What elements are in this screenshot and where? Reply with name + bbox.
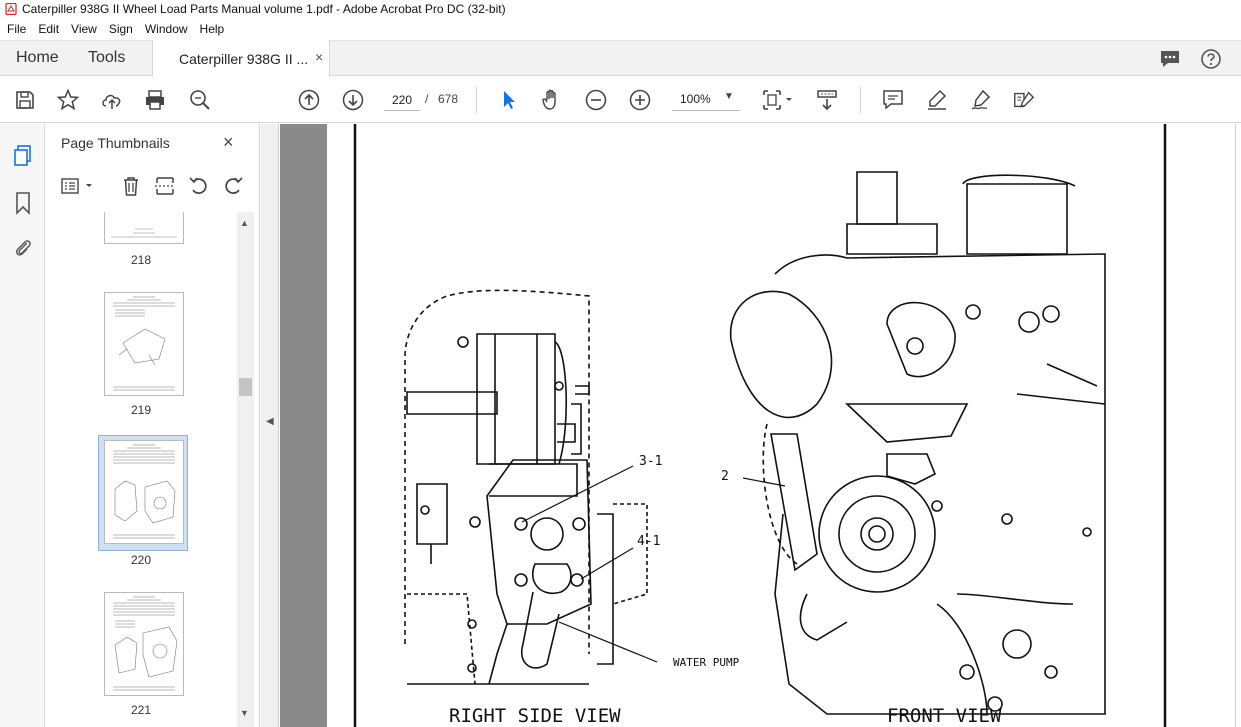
page-separator: / xyxy=(425,92,429,106)
scroll-up-icon[interactable]: ▲ xyxy=(240,218,249,228)
menu-window[interactable]: Window xyxy=(139,22,194,36)
tab-document[interactable]: Caterpiller 938G II ... × xyxy=(152,40,330,77)
chevron-down-icon: ▼ xyxy=(724,91,734,102)
thumbnails-panel: Page Thumbnails × 218 219 220 221 ▲ ▼ xyxy=(46,124,260,727)
tab-bar-actions xyxy=(1159,41,1241,77)
sign-icon[interactable] xyxy=(969,88,993,112)
callout-2: 2 xyxy=(721,469,729,484)
bookmark-icon[interactable] xyxy=(11,191,35,215)
toolbar-divider xyxy=(860,87,861,113)
engine-drawing xyxy=(353,124,1167,727)
fit-page-icon[interactable] xyxy=(760,88,796,112)
thumbnail-page-218[interactable] xyxy=(104,212,184,244)
document-viewport: 3-1 4-1 2 WATER PUMP RIGHT SIDE VIEW FRO… xyxy=(280,124,1241,727)
rotate-right-icon[interactable] xyxy=(221,174,245,198)
thumbnail-list: 218 219 220 221 xyxy=(46,212,236,727)
menu-sign[interactable]: Sign xyxy=(103,22,139,36)
page-total: 678 xyxy=(438,92,459,106)
thumbnail-label: 218 xyxy=(130,253,152,267)
tab-document-label: Caterpiller 938G II ... xyxy=(179,51,309,67)
search-zoom-icon[interactable] xyxy=(188,88,212,112)
page-edge xyxy=(1235,124,1241,727)
tab-home[interactable]: Home xyxy=(16,49,59,67)
print-icon[interactable] xyxy=(143,88,167,112)
collapse-arrow-icon[interactable]: ◀ xyxy=(266,416,274,427)
document-gutter xyxy=(280,124,327,727)
menu-help[interactable]: Help xyxy=(194,22,231,36)
pdf-page: 3-1 4-1 2 WATER PUMP RIGHT SIDE VIEW FRO… xyxy=(327,124,1241,727)
help-icon[interactable] xyxy=(1200,48,1222,70)
highlight-pen-icon[interactable] xyxy=(925,88,949,112)
acrobat-icon xyxy=(5,2,17,15)
attachment-icon[interactable] xyxy=(11,236,35,260)
scrollbar-thumb[interactable] xyxy=(239,378,252,396)
scroll-down-icon[interactable]: ▼ xyxy=(240,708,249,718)
page-up-icon[interactable] xyxy=(297,88,321,112)
extract-pages-icon[interactable] xyxy=(153,174,177,198)
comment-icon[interactable] xyxy=(881,88,905,112)
trash-icon[interactable] xyxy=(119,174,143,198)
panel-title: Page Thumbnails xyxy=(61,135,170,151)
panel-splitter[interactable]: ◀ xyxy=(261,124,279,727)
menu-edit[interactable]: Edit xyxy=(32,22,65,36)
title-bar: Caterpiller 938G II Wheel Load Parts Man… xyxy=(0,0,1241,17)
thumbnail-toolbar xyxy=(46,172,259,202)
zoom-select[interactable]: 100% ▼ xyxy=(672,89,740,111)
thumbnail-label: 221 xyxy=(130,703,152,717)
edit-pdf-icon[interactable] xyxy=(1012,88,1036,112)
thumbnail-label: 219 xyxy=(130,403,152,417)
front-view-caption: FRONT VIEW xyxy=(887,705,1002,727)
water-pump-label: WATER PUMP xyxy=(673,656,740,669)
page-number-input[interactable] xyxy=(384,89,420,111)
save-icon[interactable] xyxy=(13,88,37,112)
star-icon[interactable] xyxy=(56,88,80,112)
thumbnail-scrollbar[interactable]: ▲ ▼ xyxy=(237,212,254,727)
panel-close-button[interactable]: × xyxy=(223,132,234,153)
page-thumbnails-icon[interactable] xyxy=(11,144,35,168)
window-title: Caterpiller 938G II Wheel Load Parts Man… xyxy=(22,1,506,16)
scroll-mode-icon[interactable] xyxy=(815,88,839,112)
page-down-icon[interactable] xyxy=(341,88,365,112)
menu-bar: File Edit View Sign Window Help xyxy=(0,18,1241,40)
callout-4-1: 4-1 xyxy=(637,534,661,549)
callout-3-1: 3-1 xyxy=(639,454,663,469)
menu-view[interactable]: View xyxy=(65,22,103,36)
select-arrow-icon[interactable] xyxy=(496,88,520,112)
zoom-out-icon[interactable] xyxy=(584,88,608,112)
upload-icon[interactable] xyxy=(100,88,124,112)
tab-close-button[interactable]: × xyxy=(315,49,323,65)
right-side-view-caption: RIGHT SIDE VIEW xyxy=(449,705,621,727)
thumbnail-label: 220 xyxy=(130,553,152,567)
menu-file[interactable]: File xyxy=(0,22,32,36)
toolbar-divider xyxy=(476,87,477,113)
thumbnail-options-icon[interactable] xyxy=(59,174,97,198)
thumbnail-page-221[interactable] xyxy=(104,592,184,696)
rotate-left-icon[interactable] xyxy=(187,174,211,198)
tab-bar: Home Tools Caterpiller 938G II ... × xyxy=(0,40,1241,77)
left-rail xyxy=(0,124,45,727)
hand-icon[interactable] xyxy=(540,88,564,112)
thumbnail-page-219[interactable] xyxy=(104,292,184,396)
tab-tools[interactable]: Tools xyxy=(88,49,125,67)
thumbnail-page-220[interactable] xyxy=(104,440,184,544)
main-toolbar: / 678 100% ▼ xyxy=(0,77,1241,123)
zoom-in-icon[interactable] xyxy=(628,88,652,112)
chat-icon[interactable] xyxy=(1159,48,1181,70)
zoom-value: 100% xyxy=(680,92,711,106)
